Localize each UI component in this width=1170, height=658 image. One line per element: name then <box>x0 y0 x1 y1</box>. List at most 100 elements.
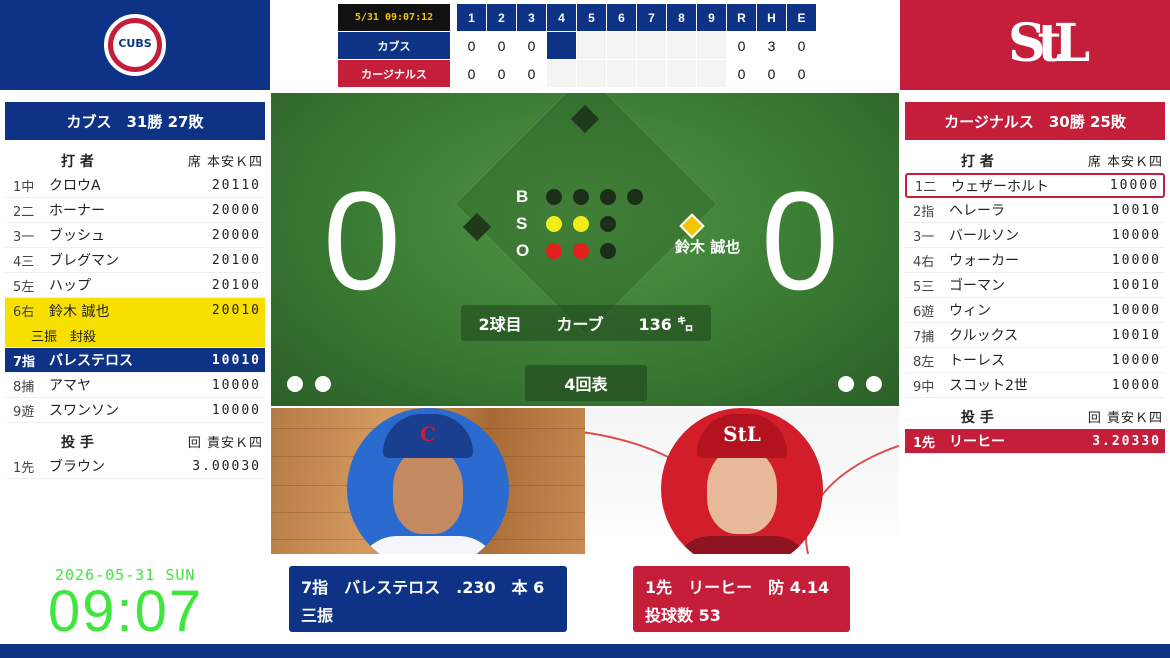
batting-position: 9遊 <box>13 404 35 420</box>
away-timeout-dot <box>287 376 303 392</box>
player-name: ウォーカー <box>949 253 1019 269</box>
inning-score: 0 <box>457 32 486 59</box>
player-name: ゴーマン <box>949 278 1005 294</box>
inning-score <box>667 32 696 59</box>
strike-light <box>573 215 589 232</box>
balls-label: B <box>516 186 529 206</box>
inning-header: 4 <box>547 4 576 31</box>
scoreboard-screen: CUBS StL 5/31 09:07:12 1 2 3 4 5 6 7 8 9… <box>0 0 1170 658</box>
batting-position: 4右 <box>913 254 935 270</box>
inning-score <box>637 32 666 59</box>
balls-row: B <box>516 183 654 210</box>
linescore-home-name: カージナルス <box>338 60 450 87</box>
batter-info-line1: 7指 バレステロス .230 本 6 <box>301 578 545 597</box>
player-name: ヘレーラ <box>949 203 1005 219</box>
away-record: カブス 31勝 27敗 <box>5 102 265 140</box>
player-name: ウィン <box>949 303 991 319</box>
batter-info-line2: 三振 <box>301 606 334 625</box>
lineup-row: 4右 ウォーカー 10000 <box>905 248 1165 273</box>
pitcher-order: 1先 <box>13 460 35 476</box>
pitcher-stats: 3.00030 <box>192 458 261 474</box>
batting-position: 2指 <box>913 204 935 220</box>
strike-light <box>546 215 562 232</box>
cubs-logo: CUBS <box>104 14 166 76</box>
player-stats: 20100 <box>211 277 261 293</box>
away-team-header: CUBS <box>0 0 270 90</box>
player-stats: 10010 <box>1111 202 1161 218</box>
inning-score <box>667 60 696 87</box>
cardinals-cap-logo: StL <box>723 422 761 446</box>
batting-position: 7指 <box>13 354 36 370</box>
pitcher-header: 投 手 回 責安Ｋ四 <box>5 429 265 454</box>
batter-stat-columns: 席 本安Ｋ四 <box>1087 155 1163 170</box>
player-stats: 20000 <box>211 227 261 243</box>
inning-header: 1 <box>457 4 486 31</box>
lineup-row: 5三 ゴーマン 10010 <box>905 273 1165 298</box>
pitcher-header: 投 手 回 責安Ｋ四 <box>905 404 1165 429</box>
outs-label: O <box>516 240 530 260</box>
player-stats: 10000 <box>1111 227 1161 243</box>
inning-score <box>607 32 636 59</box>
lineup-row: 4三 ブレグマン 20100 <box>5 248 265 273</box>
player-name: 鈴木 誠也 <box>49 303 110 320</box>
player-stats: 20110 <box>211 177 261 193</box>
pitcher-name: ブラウン <box>49 459 105 475</box>
batting-position: 9中 <box>913 379 935 395</box>
field-panel: 0 0 鈴木 誠也 B S O 2球目 カーブ 136 ㌔ 4回表 <box>271 93 899 406</box>
lineup-row: 9遊 スワンソン 10000 <box>5 398 265 423</box>
batter-info-box: 7指 バレステロス .230 本 6 三振 <box>289 566 567 632</box>
inning-score <box>607 60 636 87</box>
away-timeout-dot <box>315 376 331 392</box>
player-name: ブッシュ <box>49 228 105 244</box>
inning-header: 9 <box>697 4 726 31</box>
batting-position: 8捕 <box>13 379 35 395</box>
inning-header: 8 <box>667 4 696 31</box>
runs-header: R <box>727 4 756 31</box>
count-indicator: B S O <box>516 183 654 264</box>
player-stats: 10000 <box>1111 302 1161 318</box>
cardinals-logo: StL <box>1008 13 1090 74</box>
out-light <box>573 242 589 259</box>
lineup-row-highlighted: 6右 鈴木 誠也 20010 <box>5 298 265 323</box>
batting-position: 6右 <box>13 305 35 320</box>
inning-header: 7 <box>637 4 666 31</box>
linescore-away-row: カブス 0 0 0 0 3 0 <box>338 32 817 60</box>
lineup-row: 7捕 クルックス 10010 <box>905 323 1165 348</box>
pitcher-cap: StL <box>697 414 787 458</box>
home-lineup: 打 者 席 本安Ｋ四 1二 ウェザーホルト 10000 2指 ヘレーラ 10010 3一… <box>905 148 1165 454</box>
player-stats: 10010 <box>211 352 261 368</box>
player-name: バールソン <box>949 228 1019 244</box>
home-runs: 0 <box>727 60 756 87</box>
home-hits: 0 <box>757 60 786 87</box>
play-result-text: 三振 封殺 <box>31 329 97 345</box>
pitch-speed: 136 ㌔ <box>638 315 694 334</box>
ball-light <box>546 188 562 205</box>
inning-score: 0 <box>487 60 516 87</box>
batter-cap: C <box>383 414 473 458</box>
home-score: 0 <box>761 162 839 319</box>
player-name: トーレス <box>949 353 1005 369</box>
cubs-cap-logo: C <box>420 422 436 446</box>
pitcher-photo-panel: StL <box>585 408 899 554</box>
inning-score <box>697 60 726 87</box>
inning-score <box>697 32 726 59</box>
inning-score: 0 <box>517 32 546 59</box>
hits-header: H <box>757 4 786 31</box>
linescore-header-row: 5/31 09:07:12 1 2 3 4 5 6 7 8 9 R H E <box>338 4 817 32</box>
pitcher-info-line1: 1先 リーヒー 防 4.14 <box>645 578 830 597</box>
ball-light <box>600 188 616 205</box>
batter-photo-panel: C <box>271 408 585 554</box>
pitcher-jersey <box>671 536 813 554</box>
lineup-row: 9中 スコット2世 10000 <box>905 373 1165 398</box>
inning-header: 2 <box>487 4 516 31</box>
inning-score: 0 <box>457 60 486 87</box>
lineup-row: 3一 バールソン 10000 <box>905 223 1165 248</box>
lineup-row: 3一 ブッシュ 20000 <box>5 223 265 248</box>
batting-position: 7捕 <box>913 329 935 345</box>
lineup-row: 2二 ホーナー 20000 <box>5 198 265 223</box>
batting-position: 1二 <box>915 180 937 195</box>
home-errors: 0 <box>787 60 816 87</box>
player-stats: 10000 <box>1111 252 1161 268</box>
lineup-row-current-batter: 7指 バレステロス 10010 <box>5 348 265 373</box>
player-name: スコット2世 <box>949 378 1028 394</box>
